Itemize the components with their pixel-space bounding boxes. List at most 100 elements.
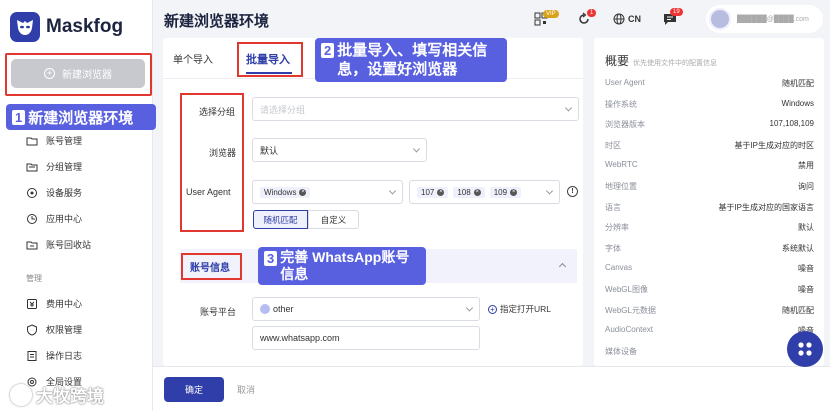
summary-row: AudioContext噪音 (605, 325, 814, 336)
summary-title: 概要 优先使用文件中的配置信息 (605, 52, 717, 69)
ua-mode-custom[interactable]: 自定义 (308, 210, 359, 229)
shield-icon (27, 323, 37, 336)
location-pin-icon (27, 187, 37, 198)
confirm-button[interactable]: 确定 (164, 377, 224, 402)
watermark-text: 大牧跨境 (36, 387, 104, 406)
summary-value: 107,108,109 (769, 119, 815, 129)
sidebar-item-accounts[interactable]: 账号管理 (26, 134, 82, 147)
os-select[interactable]: Windows × (252, 180, 403, 204)
folder-group-icon (26, 163, 38, 171)
globe-icon (613, 13, 625, 25)
summary-row: WebGL图像 噪音 (605, 284, 814, 295)
browser-select[interactable]: 默认 (252, 138, 427, 162)
close-icon[interactable]: × (510, 188, 518, 196)
platform-select[interactable]: other (252, 297, 480, 321)
summary-value: 基于IP生成对应的时区 (734, 140, 814, 150)
maskfog-logo-icon (10, 12, 40, 42)
sidebar-item-permissions[interactable]: 权限管理 (26, 323, 82, 336)
user-agent-label: User Agent (186, 187, 231, 197)
sync-badge: 1 (587, 9, 597, 17)
vip-badge: VIP (543, 10, 559, 18)
summary-value: 噪音 (798, 264, 814, 274)
url-input[interactable]: www.whatsapp.com (252, 326, 480, 350)
folder-icon (26, 137, 38, 145)
version-tag: 109 × (489, 186, 522, 198)
user-email: ██████@████.com (737, 15, 809, 23)
logo[interactable]: Maskfog (10, 12, 123, 42)
version-tag-label: 109 (493, 187, 508, 197)
summary-row: WebGL元数据 随机匹配 (605, 305, 814, 316)
sidebar-item-billing[interactable]: 费用中心 (26, 297, 82, 310)
sidebar-item-label: 账号管理 (46, 136, 83, 146)
avatar (709, 8, 731, 30)
chevron-down-icon (564, 104, 573, 112)
browser-version-select[interactable]: 107 × 108 × 109 × (409, 180, 560, 204)
summary-value: Windows (781, 98, 814, 108)
summary-value: 默认 (798, 223, 814, 233)
summary-value: 询问 (798, 182, 814, 191)
sidebar-item-label: 操作日志 (46, 351, 83, 361)
version-tag: 108 × (453, 186, 485, 198)
group-select[interactable]: 请选择分组 (252, 97, 579, 121)
summary-key: User Agent (605, 78, 645, 87)
summary-subtitle: 优先使用文件中的配置信息 (633, 60, 718, 67)
watermark: 大牧跨境 (10, 382, 104, 407)
account-info-title: 账号信息 (190, 263, 230, 274)
log-icon (27, 350, 37, 361)
plus-icon: + (44, 68, 55, 79)
recycle-bin-icon (26, 241, 38, 249)
summary-key: 字体 (605, 243, 621, 253)
close-icon[interactable]: × (437, 188, 445, 196)
sidebar-item-label: 应用中心 (46, 214, 83, 224)
sidebar-item-apps[interactable]: 应用中心 (26, 212, 82, 225)
close-icon[interactable]: × (473, 188, 481, 196)
summary-row: User Agent 随机匹配 (605, 78, 814, 89)
summary-row: 分辨率 默认 (605, 222, 814, 233)
grid-icon (798, 342, 812, 356)
summary-key: 媒体设备 (605, 346, 637, 356)
sidebar-item-label: 设备服务 (46, 188, 83, 198)
summary-key: Canvas (605, 263, 633, 273)
summary-key: WebGL元数据 (605, 305, 656, 315)
custom-url-link[interactable]: + 指定打开URL (488, 303, 551, 315)
new-browser-button[interactable]: + 新建浏览器 (11, 59, 145, 88)
watermark-logo-icon (10, 383, 32, 406)
sidebar-item-logs[interactable]: 操作日志 (26, 349, 82, 362)
ua-mode-random[interactable]: 随机匹配 (253, 210, 308, 229)
tab-batch-import[interactable]: 批量导入 (246, 51, 290, 67)
language-switch[interactable]: CN (613, 11, 641, 27)
user-menu[interactable]: ██████@████.com (706, 5, 823, 33)
group-label: 选择分组 (199, 107, 236, 117)
summary-key: AudioContext (605, 325, 654, 335)
cancel-button[interactable]: 取消 (237, 383, 255, 396)
close-icon[interactable]: × (299, 188, 307, 196)
tab-single-import[interactable]: 单个导入 (173, 51, 213, 66)
apps-fab-button[interactable] (787, 331, 823, 367)
summary-row: 媒体设备 (605, 346, 814, 357)
chevron-down-icon (545, 187, 554, 195)
url-value: www.whatsapp.com (260, 333, 340, 343)
summary-value: 噪音 (798, 285, 814, 294)
summary-key: WebRTC (605, 160, 638, 170)
active-tab-indicator (246, 72, 292, 74)
info-icon[interactable]: ! (567, 186, 578, 197)
sidebar-item-groups[interactable]: 分组管理 (26, 160, 82, 173)
page-title: 新建浏览器环境 (164, 13, 270, 30)
annotation-number: 2 (321, 43, 335, 58)
summary-row: 时区 基于IP生成对应的时区 (605, 140, 814, 151)
sidebar-item-recycle[interactable]: 账号回收站 (26, 238, 91, 251)
summary-key: 分辨率 (605, 223, 629, 233)
sidebar-item-devices[interactable]: 设备服务 (26, 186, 82, 199)
summary-row: 浏览器版本 107,108,109 (605, 119, 814, 130)
version-tag-label: 107 (421, 187, 435, 197)
summary-row: 操作系统 Windows (605, 99, 814, 110)
version-tag: 107 × (417, 186, 449, 198)
browser-value: 默认 (260, 145, 279, 156)
new-browser-label: 新建浏览器 (62, 70, 112, 81)
summary-heading: 概要 (605, 54, 630, 68)
summary-row: WebRTC 禁用 (605, 160, 814, 171)
sidebar-group-admin: 管理 (26, 274, 42, 283)
summary-value: 禁用 (798, 161, 814, 171)
annotation-step-1: 1 新建浏览器环境 (6, 104, 156, 130)
browser-label: 浏览器 (209, 148, 237, 158)
